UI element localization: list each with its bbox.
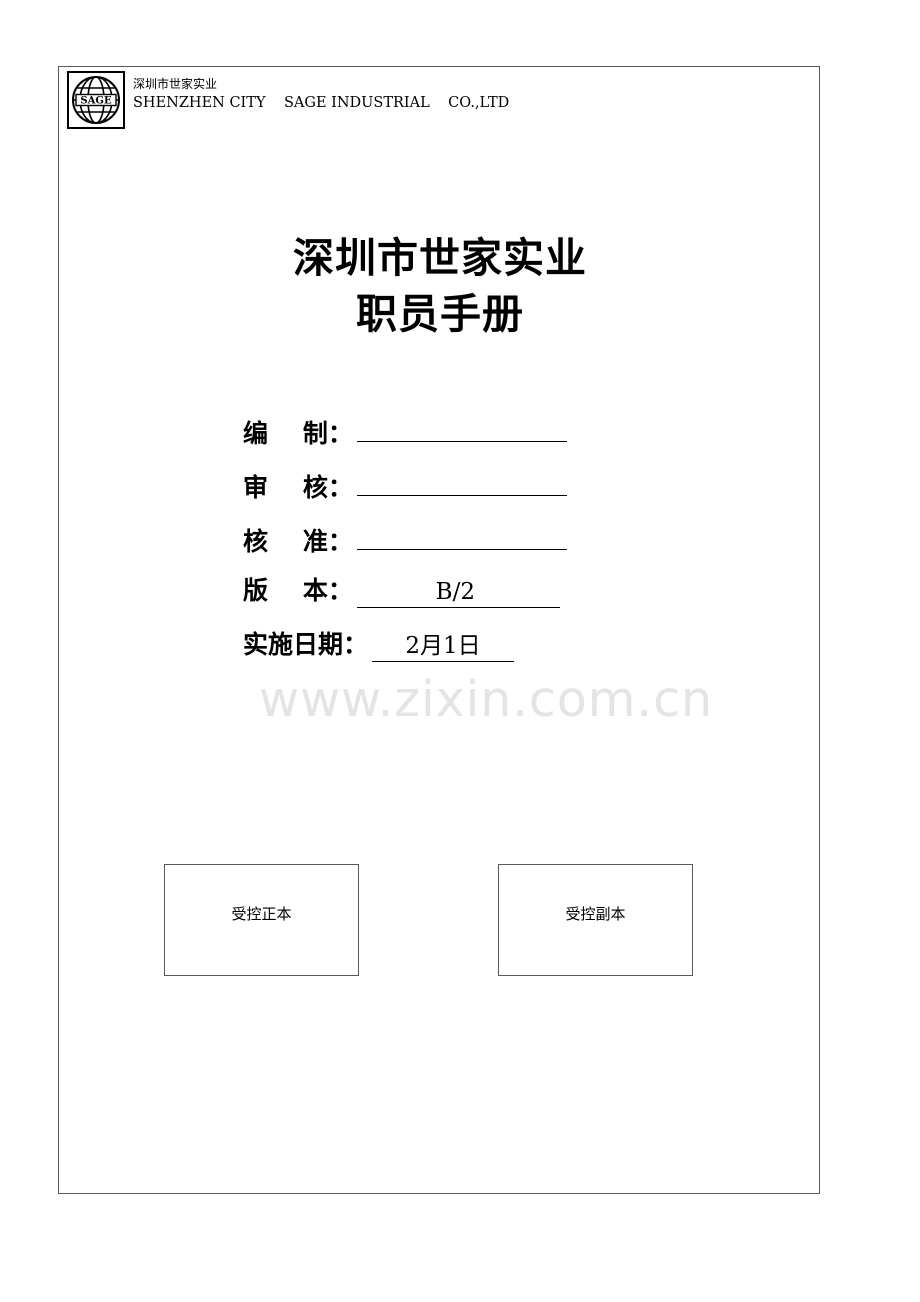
- meta-row-version: 版 本： B/2: [243, 574, 663, 628]
- letterhead-text: 深圳市世家实业 SHENZHEN CITY SAGE INDUSTRIAL CO…: [133, 71, 509, 113]
- document-page: www.zixin.com.cn SAGE 深圳市世家实业 SHENZHEN C…: [58, 66, 820, 1194]
- controlled-copy-duplicate-label: 受控副本: [565, 905, 626, 923]
- meta-row-prepared-by: 编 制：: [243, 412, 663, 466]
- meta-label-prepared-by: 编 制：: [243, 419, 353, 448]
- meta-label-reviewed-by: 审 核：: [243, 473, 353, 502]
- globe-logo-icon: SAGE: [67, 71, 125, 129]
- page-title-line-2: 职员手册: [356, 290, 524, 338]
- meta-label-approved-by: 核 准：: [243, 527, 353, 556]
- controlled-copy-duplicate-box[interactable]: 受控副本: [498, 864, 693, 976]
- meta-value-version[interactable]: B/2: [356, 578, 560, 608]
- company-name-cn: 深圳市世家实业: [133, 77, 218, 91]
- meta-value-effective-date[interactable]: 2月1日: [372, 632, 515, 662]
- meta-row-approved-by: 核 准：: [243, 520, 663, 574]
- meta-value-approved-by[interactable]: [356, 520, 567, 550]
- meta-label-effective-date: 实施日期：: [243, 630, 369, 659]
- controlled-copy-original-box[interactable]: 受控正本: [164, 864, 359, 976]
- watermark-text: www.zixin.com.cn: [259, 671, 714, 728]
- meta-value-reviewed-by[interactable]: [356, 466, 567, 496]
- meta-row-reviewed-by: 审 核：: [243, 466, 663, 520]
- meta-label-version: 版 本：: [243, 576, 353, 605]
- page-title: 深圳市世家实业 职员手册: [59, 230, 821, 342]
- document-meta-block: 编 制： 审 核： 核 准： 版 本： B/2 实施日期： 2月1日: [243, 412, 663, 682]
- letterhead: SAGE 深圳市世家实业 SHENZHEN CITY SAGE INDUSTRI…: [67, 71, 509, 129]
- meta-value-prepared-by[interactable]: [356, 412, 567, 442]
- svg-text:SAGE: SAGE: [80, 95, 112, 106]
- company-name-en: SHENZHEN CITY SAGE INDUSTRIAL CO.,LTD: [133, 95, 510, 111]
- controlled-copy-original-label: 受控正本: [231, 905, 292, 923]
- controlled-copy-boxes: 受控正本 受控副本: [59, 864, 821, 976]
- meta-row-effective-date: 实施日期： 2月1日: [243, 628, 663, 682]
- page-title-line-1: 深圳市世家实业: [293, 234, 587, 282]
